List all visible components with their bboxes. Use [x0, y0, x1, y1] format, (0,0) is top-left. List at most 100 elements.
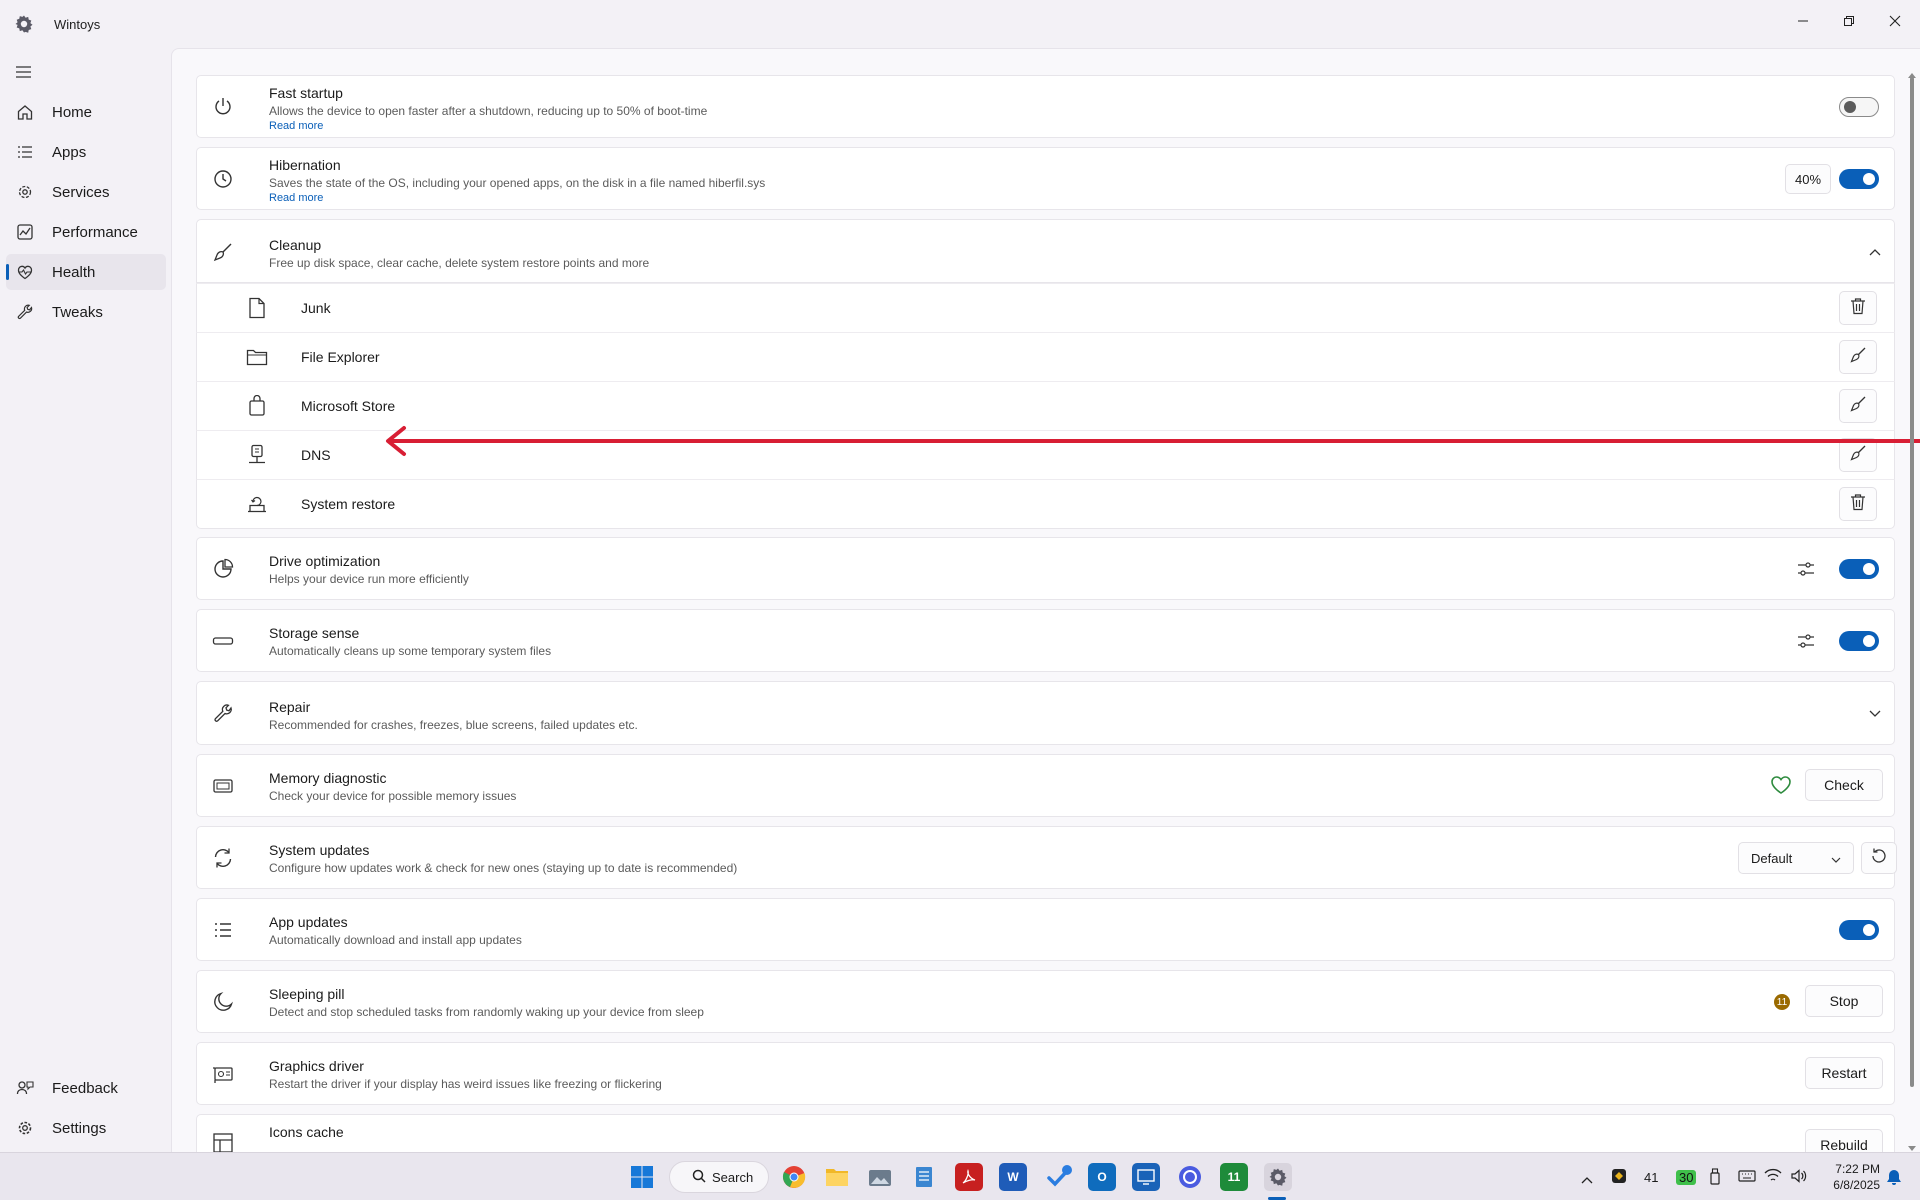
usb-icon[interactable]: [1708, 1168, 1722, 1191]
sidebar-item-feedback[interactable]: Feedback: [6, 1070, 166, 1106]
icons-cache-title: Icons cache: [269, 1124, 344, 1140]
microsoft-store-clean-button[interactable]: [1839, 389, 1877, 423]
wintoys-logo-icon: [14, 14, 34, 34]
power-icon: [211, 95, 235, 119]
storage-sense-card: Storage sense Automatically cleans up so…: [196, 609, 1895, 672]
sidebar-item-label: Settings: [52, 1119, 107, 1137]
cleanup-card[interactable]: Cleanup Free up disk space, clear cache,…: [196, 219, 1895, 283]
storage-drive-icon: [211, 629, 235, 653]
tune-settings-icon[interactable]: [1795, 558, 1817, 580]
update-mode-select[interactable]: Default: [1738, 842, 1854, 874]
todo-icon[interactable]: [1045, 1163, 1073, 1191]
sleeping-pill-stop-button[interactable]: Stop: [1805, 985, 1883, 1017]
sleeping-pill-desc: Detect and stop scheduled tasks from ran…: [269, 1005, 704, 1019]
hibernation-percent-field[interactable]: 40%: [1785, 164, 1831, 194]
sidebar-item-label: Health: [52, 263, 96, 281]
sidebar-item-health[interactable]: Health: [6, 254, 166, 290]
settings-gear-icon: [15, 1118, 35, 1138]
cleanup-item-label: DNS: [301, 447, 331, 463]
annotation-arrow: [386, 426, 1920, 456]
fast-startup-card: Fast startup Allows the device to open f…: [196, 75, 1895, 138]
close-button[interactable]: [1872, 6, 1918, 36]
fast-startup-toggle[interactable]: [1839, 97, 1879, 117]
wifi-icon[interactable]: [1764, 1168, 1782, 1189]
cleanup-desc: Free up disk space, clear cache, delete …: [269, 256, 650, 270]
file-icon: [245, 296, 269, 320]
tray-counter-a: 41: [1644, 1170, 1659, 1185]
storage-sense-title: Storage sense: [269, 625, 360, 641]
sidebar-item-apps[interactable]: Apps: [6, 134, 166, 170]
photos-icon[interactable]: [866, 1163, 894, 1191]
graphics-card-icon: [211, 1062, 235, 1086]
sidebar-item-label: Services: [52, 183, 110, 201]
hibernation-read-more-link[interactable]: Read more: [269, 192, 323, 204]
check-updates-button[interactable]: [1861, 842, 1897, 874]
sidebar-item-settings[interactable]: Settings: [6, 1110, 166, 1146]
hibernation-card: Hibernation Saves the state of the OS, i…: [196, 147, 1895, 210]
notepad-icon[interactable]: [910, 1163, 938, 1191]
chrome-icon[interactable]: [780, 1163, 808, 1191]
scroll-thumb[interactable]: [1910, 77, 1914, 1087]
notification-bell-icon[interactable]: [1886, 1168, 1902, 1191]
app-updates-card: App updates Automatically download and i…: [196, 898, 1895, 961]
tray-counter-b: 30: [1676, 1170, 1697, 1185]
outlook-icon[interactable]: O: [1088, 1163, 1116, 1191]
repair-card[interactable]: Repair Recommended for crashes, freezes,…: [196, 681, 1895, 745]
scroll-down-arrow-icon[interactable]: [1908, 1139, 1916, 1152]
file-explorer-icon[interactable]: [823, 1163, 851, 1191]
sidebar-item-home[interactable]: Home: [6, 94, 166, 130]
sidebar-item-services[interactable]: Services: [6, 174, 166, 210]
broom-icon: [211, 240, 235, 264]
hibernation-toggle[interactable]: [1839, 169, 1879, 189]
fast-startup-read-more-link[interactable]: Read more: [269, 120, 323, 132]
search-icon: [692, 1169, 706, 1186]
store-bag-icon: [245, 394, 269, 418]
memory-check-button[interactable]: Check: [1805, 769, 1883, 801]
tray-app-icon[interactable]: [1610, 1167, 1628, 1190]
pdf-reader-icon[interactable]: [955, 1163, 983, 1191]
junk-delete-button[interactable]: [1839, 291, 1877, 325]
drive-optimization-toggle[interactable]: [1839, 559, 1879, 579]
cleanup-item-label: File Explorer: [301, 349, 380, 365]
menu-toggle-button[interactable]: [13, 62, 35, 82]
vertical-scrollbar[interactable]: [1904, 49, 1920, 1152]
chevron-down-icon[interactable]: [1867, 706, 1883, 722]
system-restore-delete-button[interactable]: [1839, 487, 1877, 521]
icons-cache-card: Icons cache Rebuild: [196, 1114, 1895, 1152]
restore-button[interactable]: [1826, 6, 1872, 36]
tune-settings-icon[interactable]: [1795, 630, 1817, 652]
chevron-up-icon[interactable]: [1867, 244, 1883, 260]
update-mode-value: Default: [1751, 851, 1793, 866]
calendar-app-icon[interactable]: 11: [1220, 1163, 1248, 1191]
toggle-knob: [1863, 563, 1875, 575]
minimize-button[interactable]: [1780, 6, 1826, 36]
keyboard-icon[interactable]: [1738, 1169, 1756, 1188]
taskbar-clock[interactable]: 7:22 PM 6/8/2025: [1820, 1161, 1880, 1193]
system-restore-icon: [245, 492, 269, 516]
chevron-down-icon: [1831, 852, 1841, 867]
services-gear-icon: [15, 182, 35, 202]
hibernation-desc: Saves the state of the OS, including you…: [269, 176, 766, 190]
volume-icon[interactable]: [1790, 1168, 1808, 1189]
memory-chip-icon: [211, 774, 235, 798]
file-explorer-clean-button[interactable]: [1839, 340, 1877, 374]
chat-app-icon[interactable]: [1176, 1163, 1204, 1191]
title-bar: Wintoys: [0, 0, 1920, 48]
toggle-knob: [1863, 635, 1875, 647]
windows-start-icon[interactable]: [628, 1163, 656, 1191]
feedback-icon: [15, 1078, 35, 1098]
storage-sense-toggle[interactable]: [1839, 631, 1879, 651]
taskbar-search-box[interactable]: Search: [669, 1161, 769, 1193]
cleanup-item-label: Microsoft Store: [301, 398, 396, 414]
word-icon[interactable]: W: [999, 1163, 1027, 1191]
toggle-knob: [1844, 101, 1856, 113]
chevron-up-icon[interactable]: [1581, 1171, 1593, 1189]
remote-desktop-icon[interactable]: [1132, 1163, 1160, 1191]
icons-cache-rebuild-button[interactable]: Rebuild: [1805, 1129, 1883, 1152]
sidebar-item-tweaks[interactable]: Tweaks: [6, 294, 166, 330]
wintoys-taskbar-icon[interactable]: [1264, 1163, 1292, 1191]
sidebar-item-performance[interactable]: Performance: [6, 214, 166, 250]
app-updates-toggle[interactable]: [1839, 920, 1879, 940]
wrench-icon: [15, 302, 35, 322]
graphics-driver-restart-button[interactable]: Restart: [1805, 1057, 1883, 1089]
